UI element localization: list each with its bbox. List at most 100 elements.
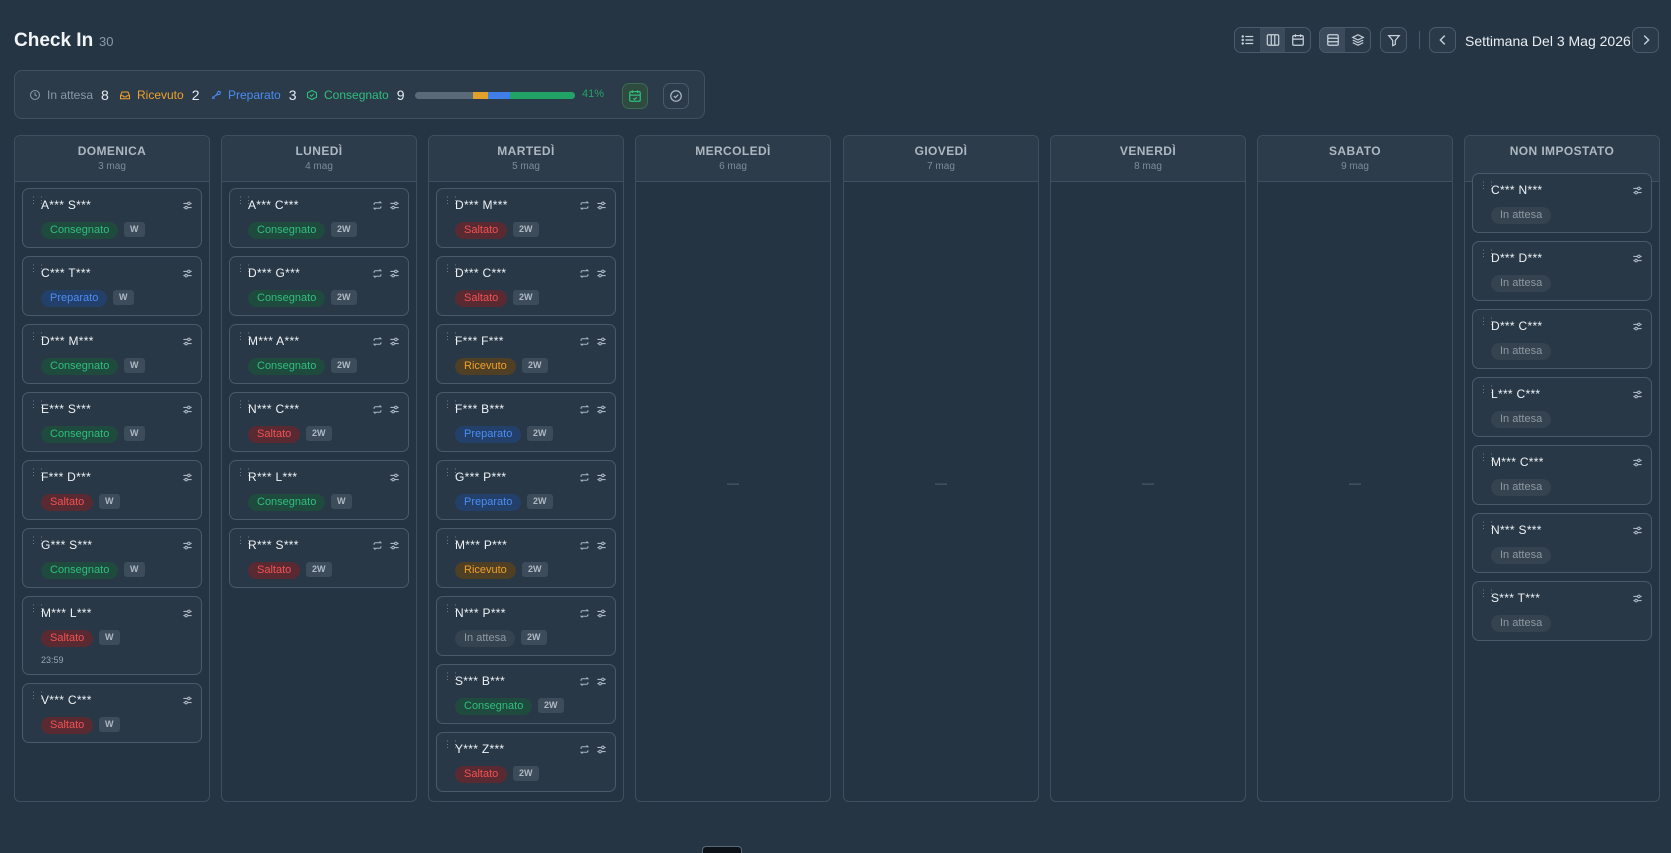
drag-handle-icon[interactable]: ⋮⋮	[29, 264, 46, 276]
repeat-button[interactable]	[579, 198, 590, 216]
status-badge[interactable]: Consegnato	[455, 698, 533, 715]
card-settings-button[interactable]	[182, 470, 193, 488]
bottom-handle[interactable]	[702, 846, 742, 853]
card-settings-button[interactable]	[182, 538, 193, 556]
card-settings-button[interactable]	[182, 198, 193, 216]
stat-consegnato[interactable]: Consegnato 9	[306, 87, 405, 103]
checkin-card[interactable]: ⋮⋮ D*** C*** In attesa	[1472, 309, 1652, 369]
drag-handle-icon[interactable]: ⋮⋮	[29, 691, 46, 703]
drag-handle-icon[interactable]: ⋮⋮	[29, 536, 46, 548]
checkin-card[interactable]: ⋮⋮ M*** C*** In attesa	[1472, 445, 1652, 505]
checkin-card[interactable]: ⋮⋮ R*** L*** Consegnato W	[229, 460, 409, 520]
repeat-button[interactable]	[372, 198, 383, 216]
stat-ricevuto[interactable]: Ricevuto 2	[119, 87, 199, 103]
checkin-card[interactable]: ⋮⋮ E*** S*** Consegnato W	[22, 392, 202, 452]
card-settings-button[interactable]	[389, 334, 400, 352]
status-badge[interactable]: Saltato	[248, 426, 301, 443]
status-badge[interactable]: In attesa	[1491, 411, 1552, 428]
checkin-card[interactable]: ⋮⋮ C*** T*** Preparato W	[22, 256, 202, 316]
card-settings-button[interactable]	[596, 742, 607, 760]
status-badge[interactable]: Saltato	[455, 222, 508, 239]
status-badge[interactable]: Consegnato	[248, 358, 326, 375]
card-settings-button[interactable]	[389, 266, 400, 284]
card-settings-button[interactable]	[596, 266, 607, 284]
repeat-button[interactable]	[579, 742, 590, 760]
repeat-button[interactable]	[579, 606, 590, 624]
drag-handle-icon[interactable]: ⋮⋮	[443, 400, 460, 412]
card-settings-button[interactable]	[1632, 183, 1643, 201]
checkin-card[interactable]: ⋮⋮ D*** D*** In attesa	[1472, 241, 1652, 301]
card-settings-button[interactable]	[596, 674, 607, 692]
repeat-button[interactable]	[579, 538, 590, 556]
card-settings-button[interactable]	[596, 334, 607, 352]
checkin-card[interactable]: ⋮⋮ S*** B*** Consegnato 2W	[436, 664, 616, 724]
card-settings-button[interactable]	[1632, 387, 1643, 405]
card-settings-button[interactable]	[389, 402, 400, 420]
day-column[interactable]: MERCOLEDÌ 6 mag —	[635, 135, 831, 802]
checkin-card[interactable]: ⋮⋮ A*** C*** Consegnato 2W	[229, 188, 409, 248]
stat-in-attesa[interactable]: In attesa 8	[29, 87, 109, 103]
drag-handle-icon[interactable]: ⋮⋮	[443, 332, 460, 344]
status-badge[interactable]: Preparato	[41, 290, 108, 307]
repeat-button[interactable]	[579, 402, 590, 420]
checkin-card[interactable]: ⋮⋮ F*** F*** Ricevuto 2W	[436, 324, 616, 384]
checkin-card[interactable]: ⋮⋮ V*** C*** Saltato W	[22, 683, 202, 743]
drag-handle-icon[interactable]: ⋮⋮	[29, 332, 46, 344]
drag-handle-icon[interactable]: ⋮⋮	[236, 196, 253, 208]
card-settings-button[interactable]	[1632, 523, 1643, 541]
status-badge[interactable]: In attesa	[1491, 479, 1552, 496]
layers-view-button[interactable]	[1345, 28, 1370, 52]
status-badge[interactable]: Consegnato	[248, 290, 326, 307]
card-settings-button[interactable]	[1632, 591, 1643, 609]
day-column[interactable]: MARTEDÌ 5 mag ⋮⋮ D*** M*** Saltato 2W ⋮⋮ D*** C…	[428, 135, 624, 802]
repeat-button[interactable]	[579, 674, 590, 692]
status-badge[interactable]: Consegnato	[41, 562, 119, 579]
drag-handle-icon[interactable]: ⋮⋮	[1479, 453, 1496, 465]
repeat-button[interactable]	[579, 266, 590, 284]
status-badge[interactable]: Consegnato	[41, 426, 119, 443]
checkin-card[interactable]: ⋮⋮ N*** S*** In attesa	[1472, 513, 1652, 573]
checkin-card[interactable]: ⋮⋮ L*** C*** In attesa	[1472, 377, 1652, 437]
stat-preparato[interactable]: Preparato 3	[210, 87, 297, 103]
status-badge[interactable]: Ricevuto	[455, 562, 516, 579]
status-badge[interactable]: Consegnato	[41, 358, 119, 375]
status-badge[interactable]: In attesa	[1491, 207, 1552, 224]
card-settings-button[interactable]	[596, 470, 607, 488]
status-badge[interactable]: Saltato	[41, 630, 94, 647]
checkin-card[interactable]: ⋮⋮ N*** C*** Saltato 2W	[229, 392, 409, 452]
drag-handle-icon[interactable]: ⋮⋮	[1479, 521, 1496, 533]
drag-handle-icon[interactable]: ⋮⋮	[236, 264, 253, 276]
day-column[interactable]: VENERDÌ 8 mag —	[1050, 135, 1246, 802]
card-settings-button[interactable]	[182, 693, 193, 711]
checkin-card[interactable]: ⋮⋮ M*** P*** Ricevuto 2W	[436, 528, 616, 588]
status-badge[interactable]: In attesa	[1491, 547, 1552, 564]
card-settings-button[interactable]	[1632, 251, 1643, 269]
repeat-button[interactable]	[372, 402, 383, 420]
drag-handle-icon[interactable]: ⋮⋮	[1479, 589, 1496, 601]
card-settings-button[interactable]	[182, 402, 193, 420]
checkin-card[interactable]: ⋮⋮ M*** L*** Saltato W 23:59	[22, 596, 202, 675]
status-badge[interactable]: Consegnato	[248, 494, 326, 511]
checkin-card[interactable]: ⋮⋮ R*** S*** Saltato 2W	[229, 528, 409, 588]
prev-week-button[interactable]	[1429, 27, 1456, 53]
checkin-card[interactable]: ⋮⋮ Y*** Z*** Saltato 2W	[436, 732, 616, 792]
status-badge[interactable]: In attesa	[1491, 275, 1552, 292]
columns-view-button[interactable]	[1260, 28, 1285, 52]
calendar-view-button[interactable]	[1285, 28, 1310, 52]
drag-handle-icon[interactable]: ⋮⋮	[443, 536, 460, 548]
drag-handle-icon[interactable]: ⋮⋮	[236, 536, 253, 548]
checkin-card[interactable]: ⋮⋮ C*** N*** In attesa	[1472, 173, 1652, 233]
status-badge[interactable]: In attesa	[1491, 615, 1552, 632]
card-settings-button[interactable]	[182, 266, 193, 284]
checkin-card[interactable]: ⋮⋮ D*** M*** Consegnato W	[22, 324, 202, 384]
drag-handle-icon[interactable]: ⋮⋮	[443, 468, 460, 480]
confirm-all-button[interactable]	[663, 83, 689, 109]
status-badge[interactable]: In attesa	[1491, 343, 1552, 360]
card-settings-button[interactable]	[389, 198, 400, 216]
day-column[interactable]: DOMENICA 3 mag ⋮⋮ A*** S*** Consegnato W ⋮⋮ C**…	[14, 135, 210, 802]
card-settings-button[interactable]	[1632, 319, 1643, 337]
schedule-button[interactable]	[622, 83, 648, 109]
card-settings-button[interactable]	[596, 198, 607, 216]
checkin-card[interactable]: ⋮⋮ D*** G*** Consegnato 2W	[229, 256, 409, 316]
repeat-button[interactable]	[579, 334, 590, 352]
